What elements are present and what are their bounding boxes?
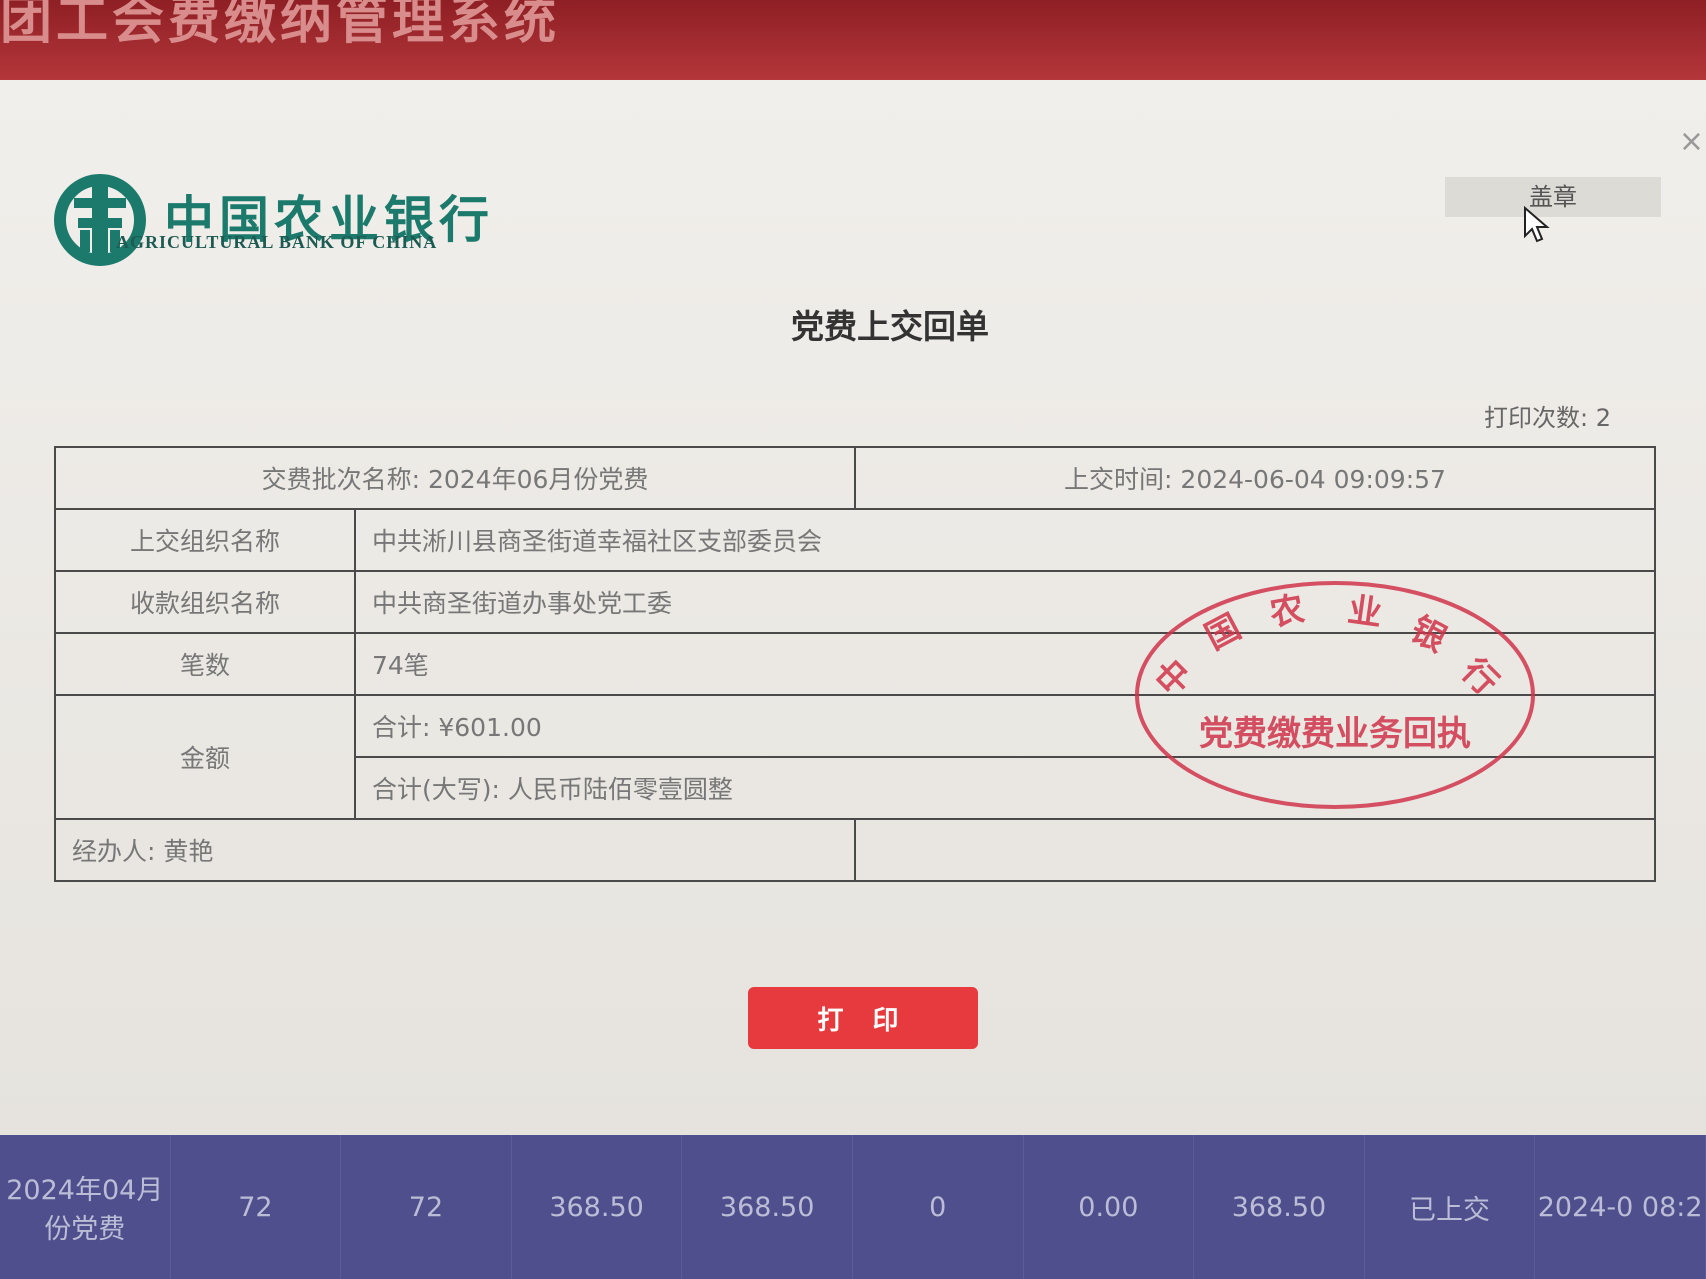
table-cell: 72 xyxy=(171,1135,342,1279)
empty-cell xyxy=(854,818,1656,882)
table-row: 交费批次名称: 2024年06月份党费 上交时间: 2024-06-04 09:… xyxy=(54,446,1656,510)
receiving-org-label: 收款组织名称 xyxy=(54,570,356,634)
receipt-dialog: × 中国农业银行 AGRICULTURAL BANK OF CHINA 盖章 党… xyxy=(0,80,1706,1135)
bank-stamp-icon: 中 国 农 业 银 行 党费缴费业务回执 xyxy=(1135,581,1535,809)
background-table-row: 2024年04月份党费 72 72 368.50 368.50 0 0.00 3… xyxy=(0,1135,1706,1279)
submitting-org-label: 上交组织名称 xyxy=(54,508,356,572)
submit-time: 上交时间: 2024-06-04 09:09:57 xyxy=(854,446,1656,510)
svg-text:中: 中 xyxy=(1148,652,1200,704)
amount-label: 金额 xyxy=(54,694,356,820)
count-label: 笔数 xyxy=(54,632,356,696)
bank-name-en: AGRICULTURAL BANK OF CHINA xyxy=(116,232,438,252)
batch-name: 交费批次名称: 2024年06月份党费 xyxy=(54,446,856,510)
app-title: 团工会费缴纳管理系统 xyxy=(0,0,561,51)
svg-text:业: 业 xyxy=(1345,590,1384,634)
handler: 经办人: 黄艳 xyxy=(54,818,856,882)
seal-button[interactable]: 盖章 xyxy=(1445,177,1661,217)
svg-text:行: 行 xyxy=(1454,651,1506,703)
print-button[interactable]: 打 印 xyxy=(748,987,978,1049)
table-cell: 72 xyxy=(341,1135,512,1279)
stamp-text: 党费缴费业务回执 xyxy=(1199,714,1471,754)
table-row: 上交组织名称 中共淅川县商圣街道幸福社区支部委员会 xyxy=(54,508,1656,572)
abc-logo-icon xyxy=(54,174,146,266)
table-cell: 368.50 xyxy=(682,1135,853,1279)
svg-text:银: 银 xyxy=(1404,609,1453,660)
table-cell: 已上交 xyxy=(1365,1135,1536,1279)
table-cell: 0 xyxy=(853,1135,1024,1279)
close-icon[interactable]: × xyxy=(1679,124,1704,159)
table-cell: 2024年04月份党费 xyxy=(0,1135,171,1279)
table-row: 经办人: 黄艳 xyxy=(54,818,1656,882)
svg-text:国: 国 xyxy=(1199,607,1248,658)
table-cell: 2024-0 08:2 xyxy=(1535,1135,1706,1279)
bank-logo: 中国农业银行 xyxy=(52,172,522,272)
svg-text:农: 农 xyxy=(1267,589,1307,634)
table-cell: 368.50 xyxy=(512,1135,683,1279)
table-cell: 0.00 xyxy=(1024,1135,1195,1279)
table-cell: 368.50 xyxy=(1194,1135,1365,1279)
submitting-org-value: 中共淅川县商圣街道幸福社区支部委员会 xyxy=(354,508,1656,572)
mouse-cursor-icon xyxy=(1524,206,1550,243)
print-count: 打印次数: 2 xyxy=(1484,404,1611,432)
app-header: 团工会费缴纳管理系统 xyxy=(0,0,1706,80)
receipt-title: 党费上交回单 xyxy=(791,307,989,346)
